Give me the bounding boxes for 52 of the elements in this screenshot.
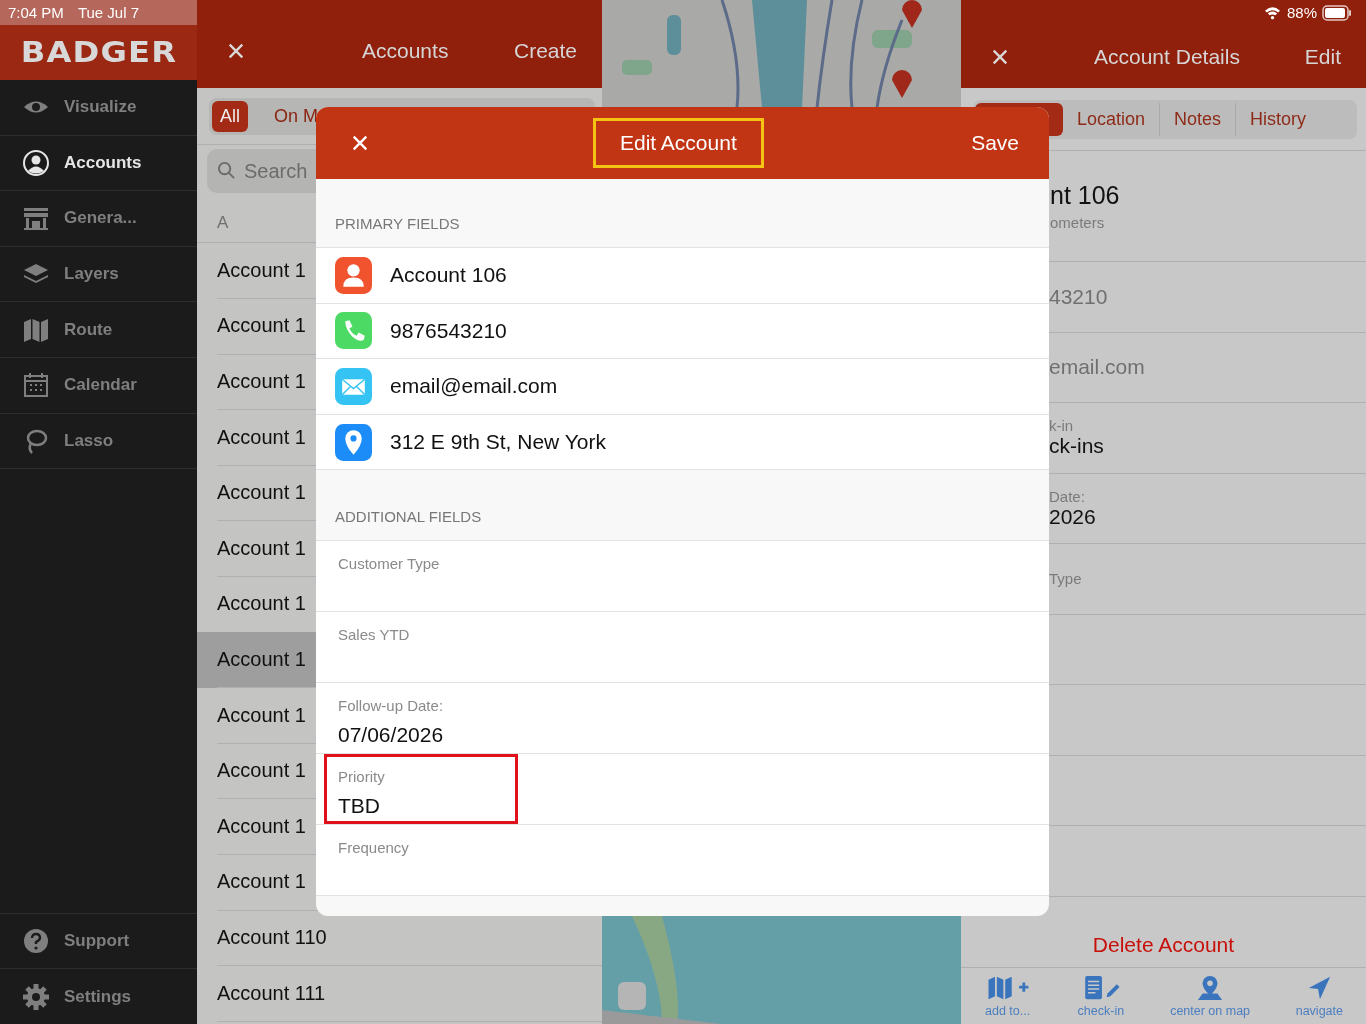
sidebar-item[interactable]: Genera... — [0, 191, 197, 247]
field-value: 312 E 9th St, New York — [390, 430, 606, 455]
field-label: Type — [1049, 570, 1083, 588]
search-icon — [217, 161, 236, 180]
close-icon[interactable] — [227, 42, 245, 60]
save-button[interactable]: Save — [971, 131, 1019, 155]
filter-tab[interactable]: All — [212, 100, 248, 132]
mail-icon — [335, 368, 372, 405]
field-value: 9876543210 — [390, 318, 507, 343]
sidebar-item[interactable]: Settings — [0, 968, 197, 1024]
sidebar-item[interactable]: Support — [0, 912, 197, 969]
toolbar-button[interactable]: center on map — [1170, 974, 1251, 1018]
account-name: nt 106 — [1050, 181, 1121, 210]
tab[interactable]: Location — [1063, 102, 1161, 136]
nav-title: Accounts — [362, 39, 449, 63]
help-icon — [22, 927, 50, 956]
status-date: Tue Jul 7 — [77, 4, 140, 21]
field-value: email.com — [1049, 355, 1146, 380]
sidebar-item[interactable]: Route — [0, 302, 197, 358]
phone-icon — [335, 312, 372, 350]
toolbar-button[interactable]: navigate — [1295, 974, 1344, 1018]
calendar-icon — [22, 371, 50, 400]
field-label: k-in — [1049, 417, 1075, 435]
nav-title: Account Details — [1094, 44, 1240, 69]
field-value: 2026 — [1049, 504, 1097, 529]
distance-text: ometers — [1050, 214, 1106, 231]
logo: BADGER — [20, 36, 177, 69]
status-time: 7:04 PM — [8, 4, 64, 21]
create-button[interactable]: Create — [513, 39, 577, 63]
section-header: ADDITIONAL FIELDS — [335, 508, 482, 526]
battery-percent: 88% — [1286, 4, 1317, 21]
person-icon — [335, 256, 372, 294]
person-icon — [22, 148, 50, 177]
delete-account-button[interactable]: Delete Account — [1092, 933, 1235, 957]
edit-button[interactable]: Edit — [1304, 44, 1341, 69]
dialog-title: Edit Account — [593, 118, 764, 168]
wifi-icon — [1262, 5, 1282, 20]
field-label: Date: — [1049, 487, 1086, 505]
tab[interactable]: History — [1236, 102, 1321, 136]
form-field[interactable]: Priority TBD — [324, 754, 518, 825]
toolbar-button[interactable]: add to... — [983, 974, 1032, 1018]
field-value: 43210 — [1049, 284, 1109, 309]
field-value: email@email.com — [390, 374, 558, 399]
battery-icon — [1322, 4, 1352, 21]
field-value: Account 106 — [390, 263, 507, 288]
field-value: ck-ins — [1049, 434, 1105, 459]
section-header: PRIMARY FIELDS — [335, 215, 460, 232]
settings-icon — [22, 982, 50, 1011]
close-icon[interactable] — [991, 47, 1009, 66]
pin-icon — [335, 423, 372, 461]
tab[interactable]: Notes — [1160, 102, 1237, 136]
toolbar-button[interactable]: check-in — [1076, 974, 1125, 1018]
